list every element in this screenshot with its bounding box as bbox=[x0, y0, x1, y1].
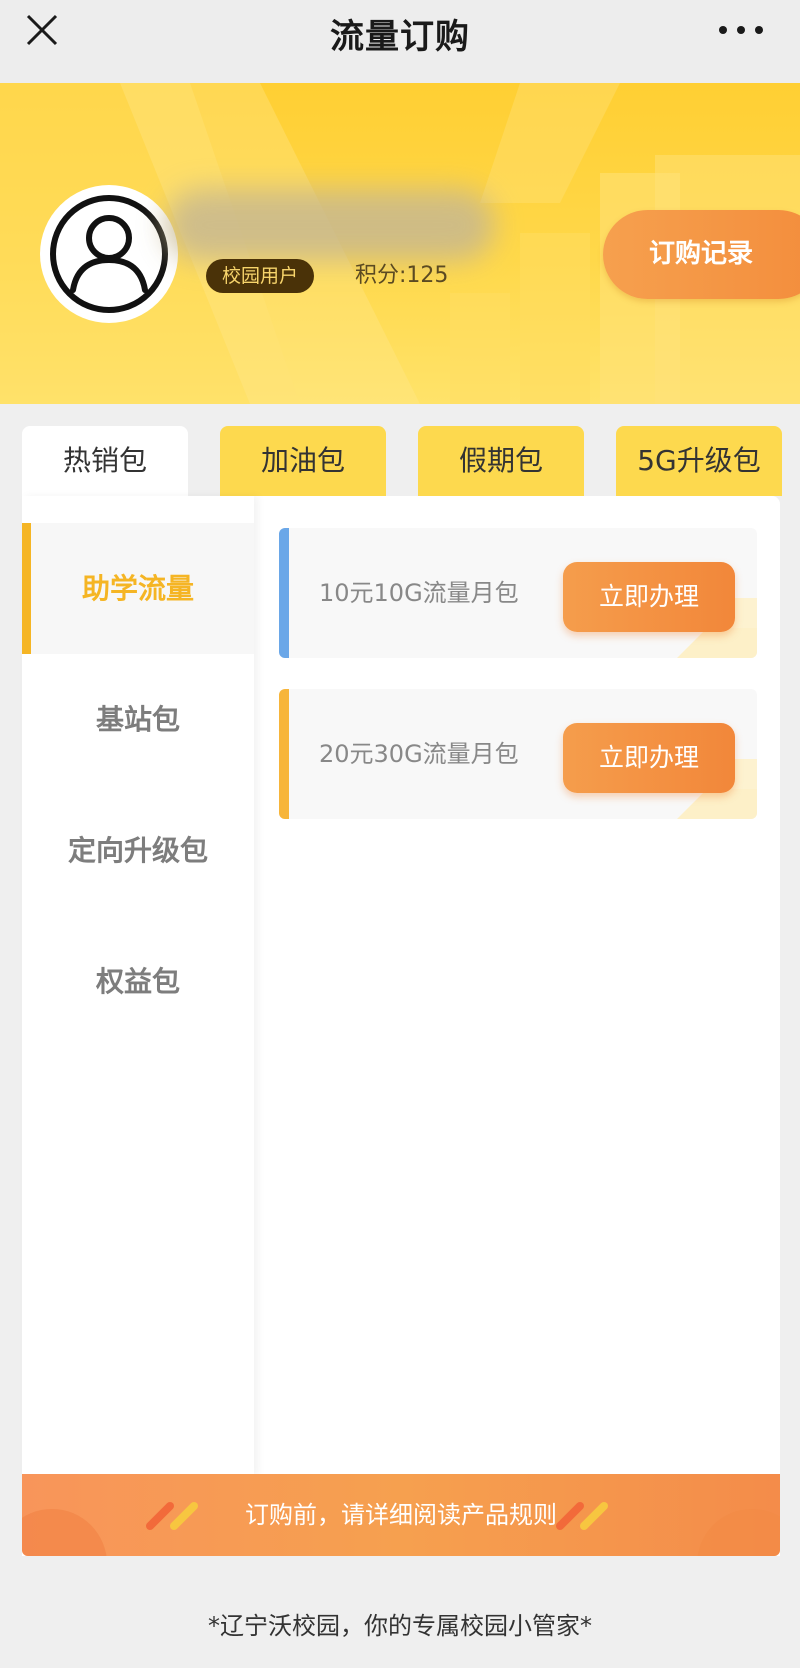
package-card: 10元10G流量月包 立即办理 bbox=[279, 528, 757, 658]
package-name: 20元30G流量月包 bbox=[319, 740, 519, 768]
tab-5g-upgrade-packages[interactable]: 5G升级包 bbox=[616, 426, 782, 496]
rules-notice-bar[interactable]: 订购前，请详细阅读产品规则 bbox=[22, 1474, 780, 1556]
page-title: 流量订购 bbox=[330, 17, 470, 57]
sidebar-item-base-station[interactable]: 基站包 bbox=[22, 654, 254, 785]
more-icon[interactable] bbox=[718, 18, 764, 42]
tab-holiday-packages[interactable]: 假期包 bbox=[418, 426, 584, 496]
notice-text: 订购前，请详细阅读产品规则 bbox=[245, 1501, 557, 1529]
user-type-badge: 校园用户 bbox=[206, 259, 315, 293]
avatar[interactable] bbox=[40, 185, 178, 323]
apply-now-button[interactable]: 立即办理 bbox=[563, 723, 735, 793]
package-card: 20元30G流量月包 立即办理 bbox=[279, 689, 757, 819]
package-stripe bbox=[279, 528, 289, 658]
sidebar-item-directed-upgrade[interactable]: 定向升级包 bbox=[22, 785, 254, 916]
username-blurred bbox=[165, 189, 495, 261]
points-value: 积分:125 bbox=[355, 263, 449, 288]
footer-slogan: *辽宁沃校园，你的专属校园小管家* bbox=[208, 1612, 592, 1640]
order-record-button[interactable]: 订购记录 bbox=[603, 210, 800, 299]
profile-banner: 校园用户 积分:125 订购记录 bbox=[0, 83, 800, 404]
package-name: 10元10G流量月包 bbox=[319, 579, 519, 607]
apply-now-button[interactable]: 立即办理 bbox=[563, 562, 735, 632]
tab-hot-packages[interactable]: 热销包 bbox=[22, 426, 188, 496]
package-stripe bbox=[279, 689, 289, 819]
tab-refuel-packages[interactable]: 加油包 bbox=[220, 426, 386, 496]
sidebar-item-benefits[interactable]: 权益包 bbox=[22, 916, 254, 1047]
sidebar-item-study-data[interactable]: 助学流量 bbox=[22, 523, 254, 654]
category-sidebar: 助学流量 基站包 定向升级包 权益包 bbox=[22, 496, 254, 1476]
user-icon bbox=[50, 195, 168, 313]
nav-bar: 流量订购 bbox=[0, 0, 800, 83]
